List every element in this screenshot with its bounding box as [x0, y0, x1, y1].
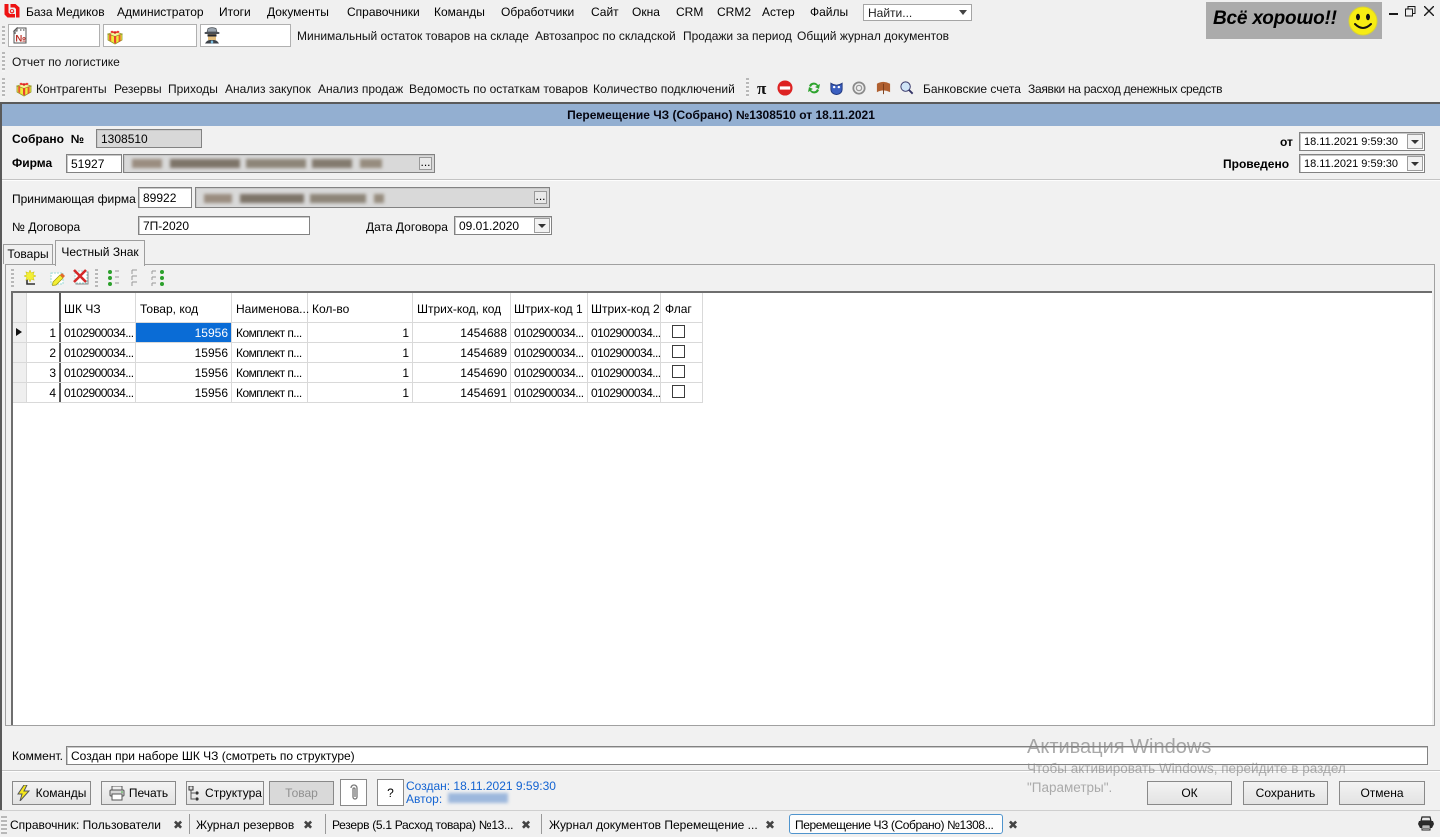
svg-text:№: № — [16, 34, 27, 45]
